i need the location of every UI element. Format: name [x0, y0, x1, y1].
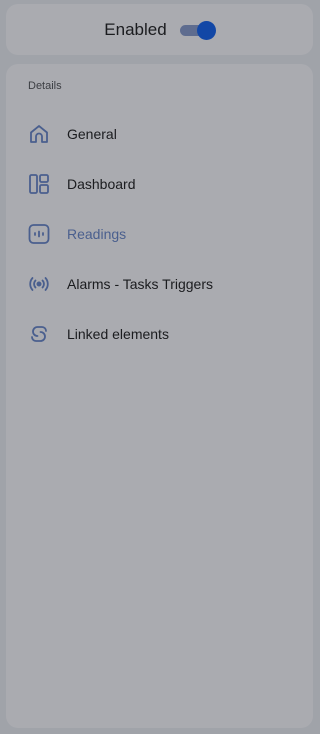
- nav-item-label: Alarms - Tasks Triggers: [67, 276, 213, 292]
- home-icon: [26, 121, 52, 147]
- enabled-label: Enabled: [104, 19, 167, 39]
- broadcast-icon: [26, 271, 52, 297]
- nav-item-readings[interactable]: Readings: [26, 219, 126, 249]
- nav-item-dashboard[interactable]: Dashboard: [26, 169, 136, 199]
- nav-item-label: General: [67, 126, 117, 142]
- enabled-bar: Enabled: [6, 4, 313, 55]
- enabled-toggle[interactable]: [179, 19, 216, 41]
- nav-item-alarms[interactable]: Alarms - Tasks Triggers: [26, 269, 213, 299]
- link-icon: [26, 321, 52, 347]
- nav-item-linked-elements[interactable]: Linked elements: [26, 319, 169, 349]
- readings-icon: [26, 221, 52, 247]
- nav-item-general[interactable]: General: [26, 119, 117, 149]
- details-panel: Details General Dashboard Readings Alarm…: [6, 64, 313, 728]
- nav-item-label: Readings: [67, 226, 127, 242]
- toggle-knob: [196, 20, 216, 40]
- dashboard-icon: [26, 171, 52, 197]
- section-title: Details: [28, 80, 62, 92]
- nav-item-label: Dashboard: [67, 176, 136, 192]
- nav-item-label: Linked elements: [67, 326, 169, 342]
